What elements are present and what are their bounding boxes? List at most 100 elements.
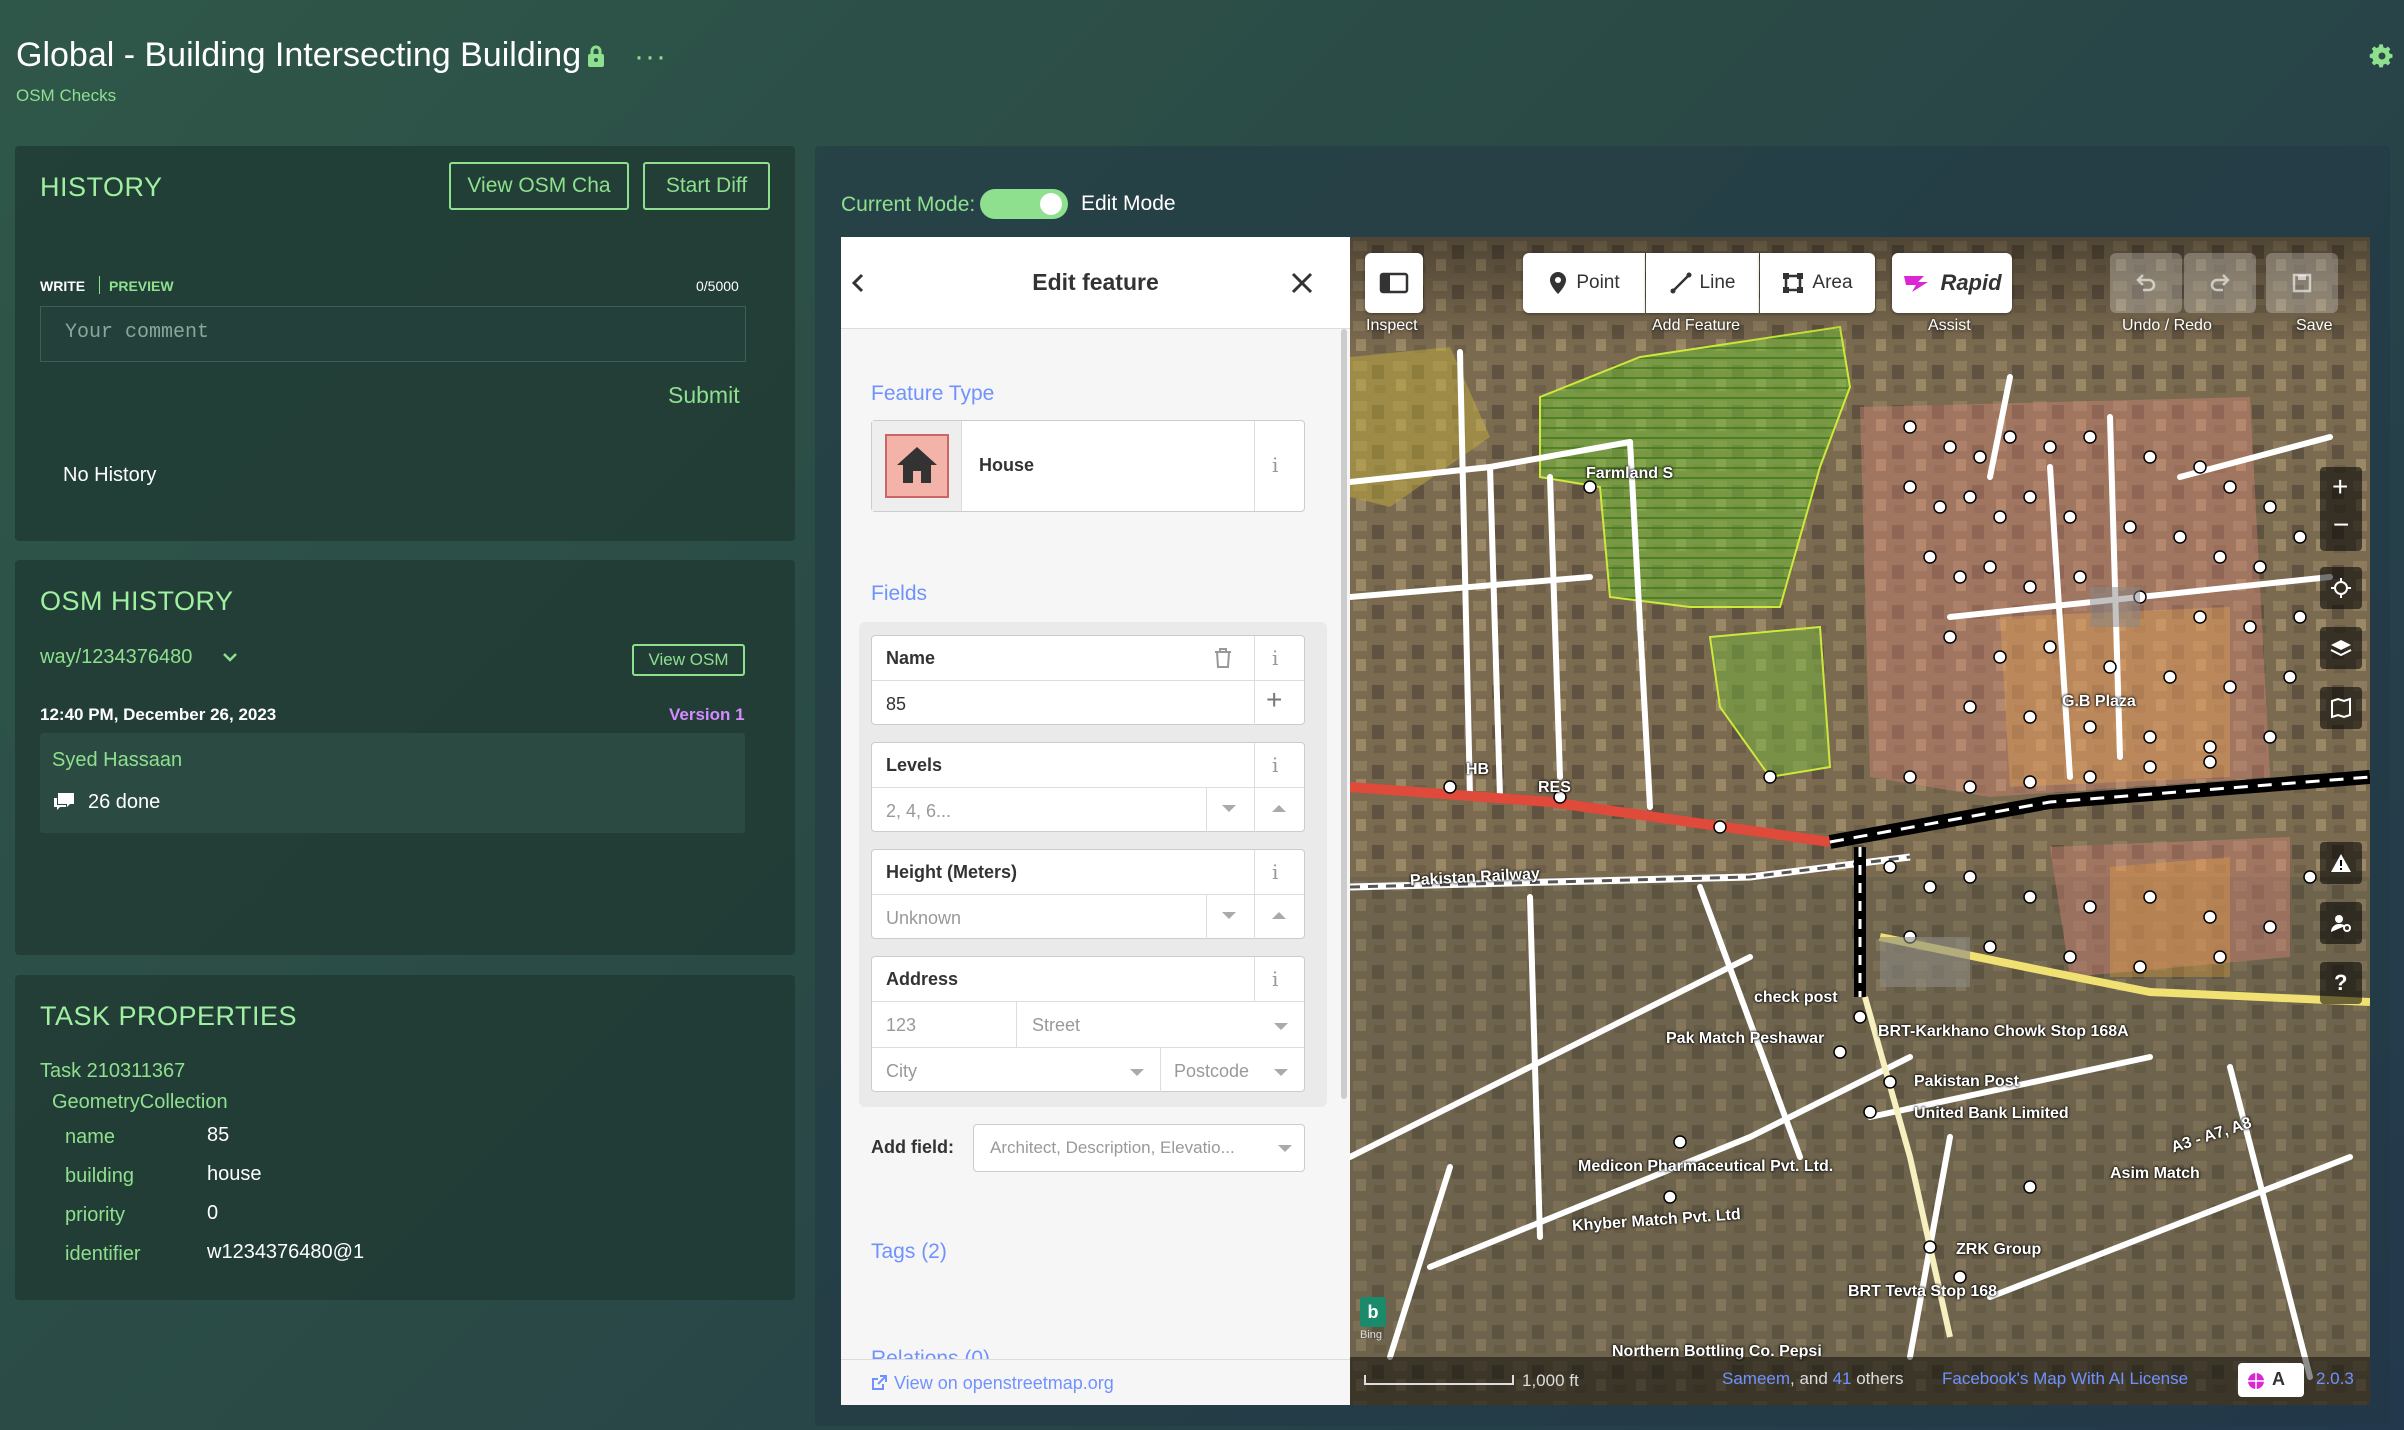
add-field-label: Add field: (871, 1137, 954, 1157)
street-input[interactable]: Street (1032, 1015, 1080, 1036)
current-mode-value: Edit Mode (1081, 192, 1176, 215)
tab-write[interactable]: WRITE (40, 278, 85, 294)
translate-icon: A (2272, 1369, 2285, 1389)
task-properties-panel: TASK PROPERTIES Task 210311367 GeometryC… (15, 975, 795, 1300)
address-label: Address (886, 969, 959, 989)
map-view[interactable]: Farmland S Pakistan Railway check post P… (1350, 237, 2370, 1405)
trash-icon[interactable] (1213, 647, 1233, 669)
increment-icon[interactable] (1272, 912, 1286, 919)
mode-toggle[interactable] (980, 189, 1068, 219)
fields-heading[interactable]: Fields (871, 582, 927, 606)
lock-icon[interactable] (584, 44, 608, 68)
info-icon[interactable]: i (1272, 860, 1278, 884)
map-label: Asim Match (2110, 1165, 2200, 1182)
info-icon[interactable]: i (1272, 967, 1278, 991)
contributor-link[interactable]: Sameem (1722, 1369, 1790, 1388)
decrement-icon[interactable] (1222, 912, 1236, 919)
task-id: Task 210311367 (40, 1060, 186, 1082)
name-input[interactable]: 85 (886, 694, 906, 715)
more-options-icon[interactable]: ··· (634, 40, 667, 74)
levels-input[interactable]: 2, 4, 6... (886, 801, 951, 822)
inspect-button[interactable] (1365, 253, 1423, 313)
housenumber-input[interactable]: 123 (886, 1015, 916, 1036)
preferences-button[interactable] (2320, 902, 2362, 944)
inspect-label: Inspect (1366, 317, 1418, 334)
view-on-osm-link[interactable]: View on openstreetmap.org (894, 1373, 1114, 1394)
external-link-icon (872, 1375, 887, 1390)
help-button[interactable]: ? (2320, 962, 2362, 1004)
others-link[interactable]: 41 (1833, 1369, 1852, 1388)
height-label: Height (Meters) (886, 862, 1018, 882)
undo-icon (2136, 274, 2156, 292)
redo-button[interactable] (2184, 253, 2256, 313)
line-icon (1670, 272, 1692, 294)
view-osm-change-button[interactable]: View OSM Cha (449, 162, 629, 210)
tags-heading[interactable]: Tags (2) (871, 1240, 947, 1264)
gear-icon[interactable] (2368, 42, 2396, 70)
comment-input[interactable]: Your comment (40, 306, 746, 362)
info-icon[interactable]: i (1272, 753, 1278, 777)
name-field: Name i 85 + (871, 635, 1305, 725)
chevron-down-icon[interactable] (1130, 1069, 1144, 1076)
save-button[interactable] (2266, 253, 2338, 313)
add-localized-name-icon[interactable]: + (1266, 684, 1282, 716)
add-area-button[interactable]: Area (1760, 253, 1875, 313)
map-label: United Bank Limited (1914, 1105, 2069, 1122)
rapid-button[interactable]: Rapid (1892, 253, 2012, 313)
user-settings-icon (2331, 915, 2351, 932)
satellite-imagery (1350, 237, 2370, 1405)
feature-type-selector[interactable]: House i (871, 420, 1305, 512)
postcode-input[interactable]: Postcode (1174, 1061, 1249, 1082)
scrollbar[interactable] (1341, 329, 1347, 1099)
map-data-button[interactable] (2320, 687, 2362, 729)
area-icon (1783, 273, 1804, 293)
scale-label: 1,000 ft (1522, 1371, 1579, 1390)
rapid-badge[interactable]: A (2238, 1363, 2304, 1397)
map-label: ZRK Group (1956, 1241, 2042, 1258)
chevron-down-icon[interactable] (1274, 1023, 1288, 1030)
feature-type-name: House (979, 455, 1035, 475)
height-input[interactable]: Unknown (886, 908, 961, 929)
property-key: name (65, 1126, 116, 1148)
geolocate-button[interactable] (2320, 567, 2362, 609)
feature-type-heading[interactable]: Feature Type (871, 382, 994, 406)
add-point-button[interactable]: Point (1523, 253, 1645, 313)
map-data-icon (2331, 697, 2351, 719)
increment-icon[interactable] (1272, 805, 1286, 812)
view-osm-button[interactable]: View OSM (632, 644, 745, 676)
close-icon[interactable] (1290, 271, 1314, 295)
add-line-button[interactable]: Line (1646, 253, 1759, 313)
chevron-down-icon[interactable] (1274, 1069, 1288, 1076)
decrement-icon[interactable] (1222, 805, 1236, 812)
license-link[interactable]: Facebook's Map With AI License (1942, 1369, 2188, 1389)
issues-button[interactable] (2320, 842, 2362, 884)
info-icon[interactable]: i (1272, 646, 1278, 670)
edit-feature-panel: Edit feature Feature Type House i Fields… (841, 237, 1350, 1405)
background-button[interactable] (2320, 627, 2362, 669)
osm-history-panel: OSM HISTORY way/1234376480 View OSM 12:4… (15, 560, 795, 955)
undo-button[interactable] (2110, 253, 2182, 313)
edit-feature-title: Edit feature (1032, 269, 1159, 295)
zoom-controls: + − (2320, 467, 2362, 551)
start-diff-button[interactable]: Start Diff (643, 162, 770, 210)
warning-icon (2331, 854, 2351, 872)
chevron-down-icon[interactable] (221, 648, 239, 666)
add-field-combo[interactable]: Architect, Description, Elevatio... (973, 1124, 1305, 1172)
version-label[interactable]: 2.0.3 (2316, 1369, 2354, 1389)
zoom-out-icon[interactable]: − (2333, 509, 2349, 541)
tab-divider (99, 276, 100, 294)
add-field-input[interactable]: Architect, Description, Elevatio... (990, 1138, 1235, 1158)
history-user[interactable]: Syed Hassaan (52, 749, 182, 772)
city-input[interactable]: City (886, 1061, 917, 1082)
name-label: Name (886, 648, 936, 668)
line-label: Line (1699, 272, 1736, 293)
zoom-in-icon[interactable]: + (2332, 471, 2348, 503)
bing-logo-icon: b (1360, 1297, 1386, 1327)
info-icon[interactable]: i (1272, 453, 1278, 477)
task-properties-title: TASK PROPERTIES (40, 1001, 298, 1031)
way-id-select[interactable]: way/1234376480 (40, 646, 192, 669)
page-subtitle[interactable]: OSM Checks (16, 86, 116, 106)
chevron-down-icon[interactable] (1278, 1145, 1292, 1152)
submit-button[interactable]: Submit (668, 382, 740, 409)
tab-preview[interactable]: PREVIEW (109, 278, 174, 294)
